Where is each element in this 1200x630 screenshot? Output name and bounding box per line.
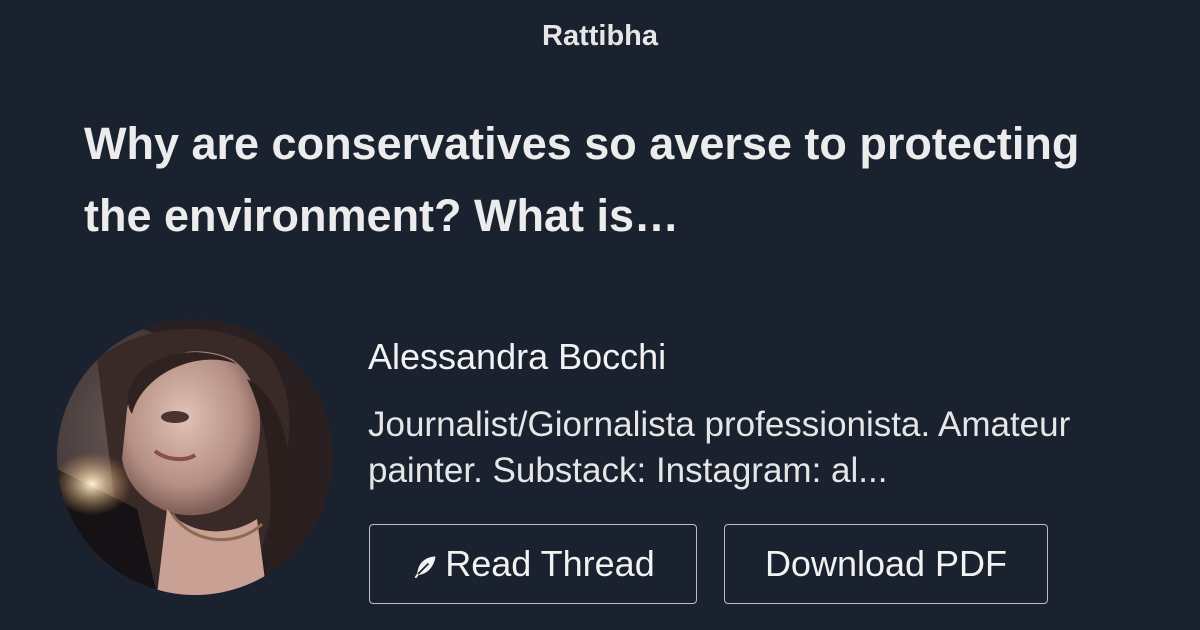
read-thread-label: Read Thread [445, 543, 655, 584]
thread-title: Why are conservatives so averse to prote… [84, 118, 1080, 241]
site-brand[interactable]: Rattibha [0, 20, 1200, 53]
read-thread-button[interactable]: Read Thread [369, 524, 697, 604]
feather-icon [414, 556, 436, 579]
author-avatar [57, 319, 333, 595]
download-pdf-button[interactable]: Download PDF [724, 524, 1048, 604]
author-name[interactable]: Alessandra Bocchi [368, 336, 666, 378]
download-pdf-label: Download PDF [764, 543, 1008, 584]
author-bio: Journalist/Giornalista professionista. A… [368, 405, 1071, 490]
